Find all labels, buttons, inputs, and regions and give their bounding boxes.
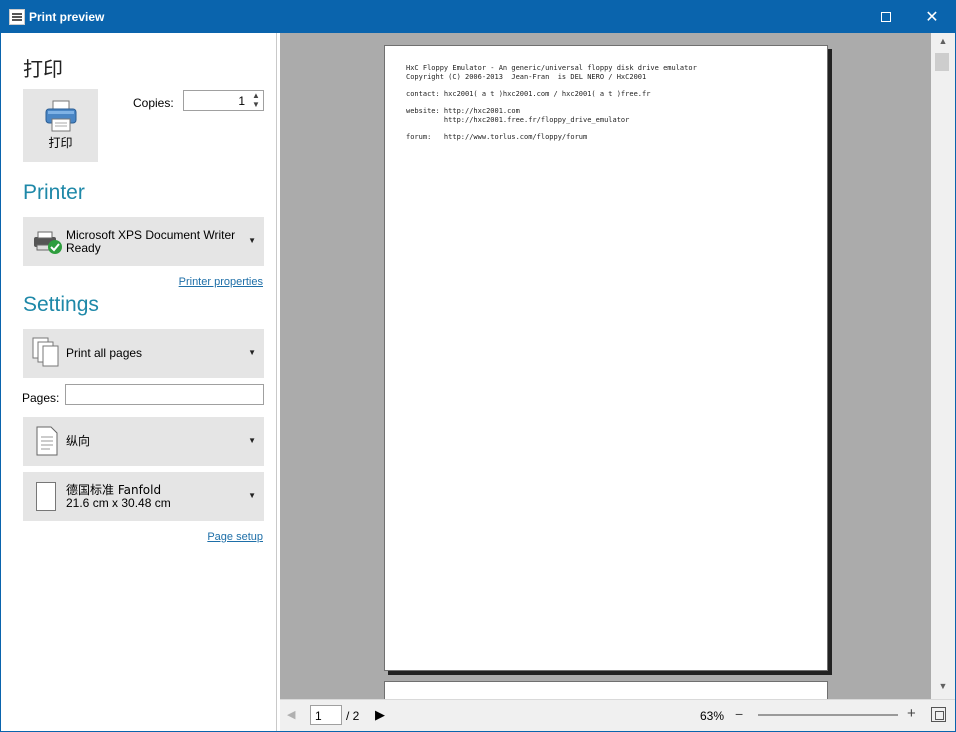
navigation-bar: ◀ 1 / 2 ▶ 63% − + [280, 699, 955, 731]
page-text-line: http://hxc2001.free.fr/floppy_drive_emul… [406, 115, 630, 124]
printer-icon [45, 100, 76, 132]
print-preview-window: Print preview ✕ 打印 打印 Copies: 1 ▲ ▼ Prin… [0, 0, 956, 732]
orientation-dropdown[interactable]: 纵向 ▼ [23, 417, 264, 466]
fit-page-icon[interactable] [931, 707, 946, 722]
preview-page: HxC Floppy Emulator - An generic/univers… [384, 45, 828, 671]
page-text-line: contact: hxc2001( a t )hxc2001.com / hxc… [406, 89, 651, 98]
printer-status: Ready [66, 241, 101, 255]
printer-properties-link[interactable]: Printer properties [179, 276, 263, 288]
page-text-line [406, 124, 697, 133]
dropdown-arrow-icon: ▼ [248, 348, 256, 357]
pages-input[interactable] [65, 384, 264, 405]
printer-heading: Printer [23, 181, 85, 204]
scroll-down-icon[interactable]: ▼ [931, 681, 955, 699]
scroll-thumb[interactable] [935, 53, 949, 71]
zoom-out-icon[interactable]: − [735, 706, 743, 722]
copies-stepper[interactable]: 1 ▲ ▼ [183, 90, 264, 111]
pages-label: Pages: [22, 391, 60, 405]
scroll-up-icon[interactable]: ▲ [931, 36, 955, 54]
vertical-scrollbar[interactable]: ▲ ▼ [931, 33, 955, 699]
total-pages: / 2 [346, 709, 360, 723]
orientation-value: 纵向 [66, 434, 91, 448]
copies-value: 1 [238, 94, 245, 108]
page-text-line: website: http://hxc2001.com [406, 106, 520, 115]
paper-size-dropdown[interactable]: 德国标准 Fanfold 21.6 cm x 30.48 cm ▼ [23, 472, 264, 521]
paper-icon [36, 482, 56, 511]
print-range-dropdown[interactable]: Print all pages ▼ [23, 329, 264, 378]
printer-check-icon [34, 231, 62, 254]
current-page-value: 1 [315, 709, 322, 723]
maximize-icon [881, 12, 891, 22]
zoom-level: 63% [700, 709, 725, 723]
current-page-input[interactable]: 1 [310, 705, 342, 725]
portrait-page-icon [36, 426, 58, 456]
page-content: HxC Floppy Emulator - An generic/univers… [406, 64, 697, 141]
print-range-value: Print all pages [66, 346, 143, 360]
zoom-in-icon[interactable]: + [907, 705, 916, 722]
print-heading: 打印 [23, 57, 63, 81]
settings-heading: Settings [23, 293, 99, 316]
page-text-line: HxC Floppy Emulator - An generic/univers… [406, 64, 697, 72]
page-text-line [406, 98, 697, 107]
preview-area[interactable]: HxC Floppy Emulator - An generic/univers… [280, 33, 931, 699]
print-settings-panel: 打印 打印 Copies: 1 ▲ ▼ Printer Microsoft XP… [1, 33, 277, 731]
dropdown-arrow-icon: ▼ [248, 236, 256, 245]
preview-page-next [384, 681, 828, 699]
page-setup-link[interactable]: Page setup [207, 531, 263, 543]
printer-dropdown[interactable]: Microsoft XPS Document Writer Ready ▼ [23, 217, 264, 266]
close-button[interactable]: ✕ [909, 1, 955, 33]
window-title: Print preview [29, 10, 105, 24]
copies-label: Copies: [133, 96, 174, 110]
print-button-label: 打印 [48, 136, 73, 150]
page-text-line: forum: http://www.torlus.com/floppy/foru… [406, 132, 588, 141]
page-text-line [406, 81, 697, 90]
dropdown-arrow-icon: ▼ [248, 491, 256, 500]
print-button[interactable]: 打印 [23, 89, 98, 162]
paper-dimensions: 21.6 cm x 30.48 cm [66, 496, 171, 510]
title-bar: Print preview ✕ [1, 1, 955, 33]
dropdown-arrow-icon: ▼ [248, 436, 256, 445]
pages-icon [32, 337, 59, 367]
prev-page-icon[interactable]: ◀ [287, 708, 295, 721]
app-icon [9, 9, 25, 25]
next-page-icon[interactable]: ▶ [375, 707, 385, 723]
zoom-slider[interactable] [758, 714, 898, 716]
page-text-line: Copyright (C) 2006-2013 Jean-Fran is DEL… [406, 72, 647, 81]
copies-up-icon[interactable]: ▲ [251, 92, 261, 100]
maximize-button[interactable] [863, 1, 909, 33]
copies-down-icon[interactable]: ▼ [251, 101, 261, 109]
